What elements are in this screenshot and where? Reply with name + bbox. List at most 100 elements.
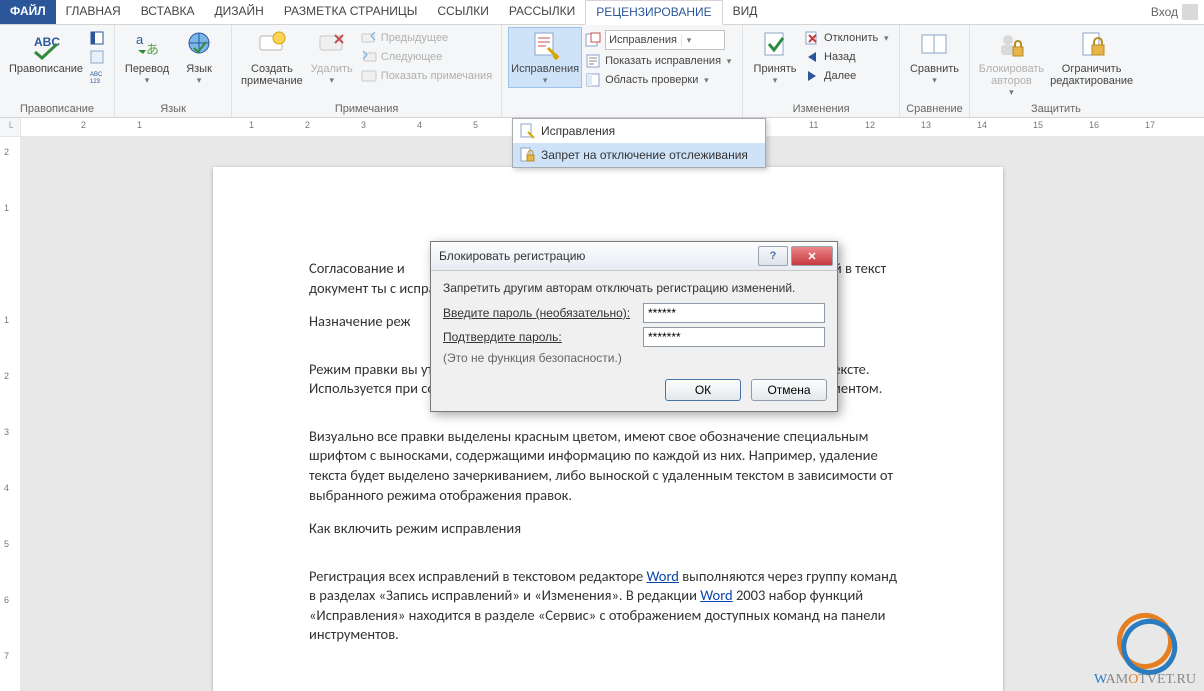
- tab-home[interactable]: ГЛАВНАЯ: [56, 0, 131, 24]
- track-changes-button[interactable]: Исправления ▾: [508, 27, 582, 88]
- show-comments-label: Показать примечания: [381, 70, 492, 82]
- track-changes-icon: [519, 123, 535, 139]
- login-button[interactable]: Вход: [1145, 0, 1204, 24]
- restrict-editing-label: Ограничить редактирование: [1050, 63, 1133, 87]
- comment-new-icon: [256, 29, 288, 61]
- thesaurus-icon: [89, 49, 105, 65]
- spelling-button[interactable]: ABC Правописание: [6, 27, 86, 77]
- dropdown-track-changes[interactable]: Исправления: [513, 119, 765, 143]
- delete-comment-label: Удалить: [311, 63, 353, 75]
- next-change-label: Далее: [824, 70, 856, 82]
- next-change-button[interactable]: Далее: [801, 67, 893, 85]
- globe-icon: [183, 29, 215, 61]
- tab-references[interactable]: ССЫЛКИ: [427, 0, 498, 24]
- wordcount-button[interactable]: ABC123: [86, 67, 108, 85]
- comment-next-icon: [361, 49, 377, 65]
- ok-button[interactable]: ОК: [665, 379, 741, 401]
- dialog-help-button[interactable]: ?: [758, 246, 788, 266]
- group-tracking: Исправления ▾ Исправления▾ Показать испр…: [502, 25, 742, 117]
- track-changes-dropdown: Исправления Запрет на отключение отслежи…: [512, 118, 766, 168]
- display-review-icon: [585, 32, 601, 48]
- tab-view[interactable]: ВИД: [723, 0, 768, 24]
- watermark-logo-icon: [1109, 605, 1181, 677]
- document-canvas[interactable]: Согласование и дополнений в текст докуме…: [21, 137, 1204, 691]
- lock-tracking-icon: [519, 147, 535, 163]
- accept-label: Принять: [754, 63, 797, 75]
- compare-button[interactable]: Сравнить ▾: [907, 27, 962, 88]
- accept-button[interactable]: Принять ▾: [749, 27, 801, 88]
- thesaurus-button[interactable]: [86, 48, 108, 66]
- cancel-button[interactable]: Отмена: [751, 379, 827, 401]
- reviewing-pane-button[interactable]: Область проверки▾: [582, 71, 736, 89]
- dialog-body: Запретить другим авторам отключать регис…: [431, 271, 837, 373]
- block-authors-button[interactable]: Блокировать авторов ▾: [976, 27, 1047, 100]
- chevron-down-icon: ▾: [541, 75, 549, 86]
- define-button[interactable]: [86, 29, 108, 47]
- compare-icon: [918, 29, 950, 61]
- comment-delete-icon: [316, 29, 348, 61]
- delete-comment-button[interactable]: Удалить ▾: [306, 27, 358, 88]
- restrict-editing-button[interactable]: Ограничить редактирование: [1047, 27, 1136, 89]
- chevron-down-icon: ▾: [771, 75, 779, 86]
- group-compare: Сравнить ▾ Сравнение: [900, 25, 970, 117]
- chevron-down-icon: ▾: [143, 75, 151, 86]
- translate-button[interactable]: aあ Перевод ▾: [121, 27, 173, 88]
- new-comment-button[interactable]: Создать примечание: [238, 27, 306, 89]
- wordcount-icon: ABC123: [89, 68, 105, 84]
- password-input[interactable]: [643, 303, 825, 323]
- prev-comment-label: Предыдущее: [381, 32, 448, 44]
- tab-mailings[interactable]: РАССЫЛКИ: [499, 0, 585, 24]
- language-button[interactable]: Язык ▾: [173, 27, 225, 88]
- reject-button[interactable]: Отклонить▾: [801, 29, 893, 47]
- tab-row: ФАЙЛ ГЛАВНАЯ ВСТАВКА ДИЗАЙН РАЗМЕТКА СТР…: [0, 0, 1204, 25]
- dropdown-lock-tracking[interactable]: Запрет на отключение отслеживания: [513, 143, 765, 167]
- reject-label: Отклонить: [824, 32, 878, 44]
- tab-file[interactable]: ФАЙЛ: [0, 0, 56, 24]
- prev-comment-button[interactable]: Предыдущее: [358, 29, 495, 47]
- tab-design[interactable]: ДИЗАЙН: [205, 0, 274, 24]
- reviewing-pane-icon: [585, 72, 601, 88]
- chevron-down-icon: ▾: [725, 56, 733, 67]
- show-markup-button[interactable]: Показать исправления ▾: [582, 52, 736, 70]
- user-avatar-icon: [1182, 4, 1198, 20]
- tab-insert[interactable]: ВСТАВКА: [131, 0, 205, 24]
- book-icon: [89, 30, 105, 46]
- ruler-row: └ 211234567891011121314151617 Исправлени…: [0, 118, 1204, 137]
- doc-paragraph: Как включить режим исправления: [309, 519, 907, 539]
- link-word[interactable]: Word: [647, 567, 679, 585]
- lock-tracking-dialog: Блокировать регистрацию ? ✕ Запретить др…: [430, 241, 838, 412]
- tab-layout[interactable]: РАЗМЕТКА СТРАНИЦЫ: [274, 0, 428, 24]
- svg-text:ABC: ABC: [34, 35, 60, 49]
- group-changes: Принять ▾ Отклонить▾ Назад Далее Изменен…: [742, 25, 900, 117]
- comment-prev-icon: [361, 30, 377, 46]
- group-language-label: Язык: [160, 102, 186, 116]
- show-markup-label: Показать исправления: [605, 55, 721, 67]
- dropdown-lock-tracking-label: Запрет на отключение отслеживания: [541, 148, 748, 162]
- next-comment-label: Следующее: [381, 51, 443, 63]
- svg-text:あ: あ: [146, 42, 159, 57]
- display-review-value: Исправления: [609, 34, 677, 46]
- password-label: Введите пароль (необязательно):: [443, 306, 643, 320]
- link-word[interactable]: Word: [700, 586, 732, 604]
- display-for-review[interactable]: Исправления▾: [582, 29, 736, 51]
- arrow-left-icon: [804, 49, 820, 65]
- show-markup-icon: [585, 53, 601, 69]
- tab-review[interactable]: РЕЦЕНЗИРОВАНИЕ: [585, 0, 722, 25]
- document-area: 21123456789 Согласование и дополнений в …: [0, 137, 1204, 691]
- dialog-titlebar[interactable]: Блокировать регистрацию ? ✕: [431, 242, 837, 271]
- dropdown-track-changes-label: Исправления: [541, 124, 615, 138]
- group-comments: Создать примечание Удалить ▾ Предыдущее …: [232, 25, 502, 117]
- spelling-icon: ABC: [30, 29, 62, 61]
- dialog-message: Запретить другим авторам отключать регис…: [443, 281, 825, 295]
- next-comment-button[interactable]: Следующее: [358, 48, 495, 66]
- vertical-ruler[interactable]: 21123456789: [0, 137, 21, 691]
- svg-text:123: 123: [90, 79, 101, 84]
- show-comments-button[interactable]: Показать примечания: [358, 67, 495, 85]
- previous-change-button[interactable]: Назад: [801, 48, 893, 66]
- dialog-close-button[interactable]: ✕: [791, 246, 833, 266]
- group-compare-label: Сравнение: [906, 102, 963, 116]
- confirm-password-input[interactable]: [643, 327, 825, 347]
- arrow-right-icon: [804, 68, 820, 84]
- group-language: aあ Перевод ▾ Язык ▾ Язык: [115, 25, 232, 117]
- translate-label: Перевод: [125, 63, 169, 75]
